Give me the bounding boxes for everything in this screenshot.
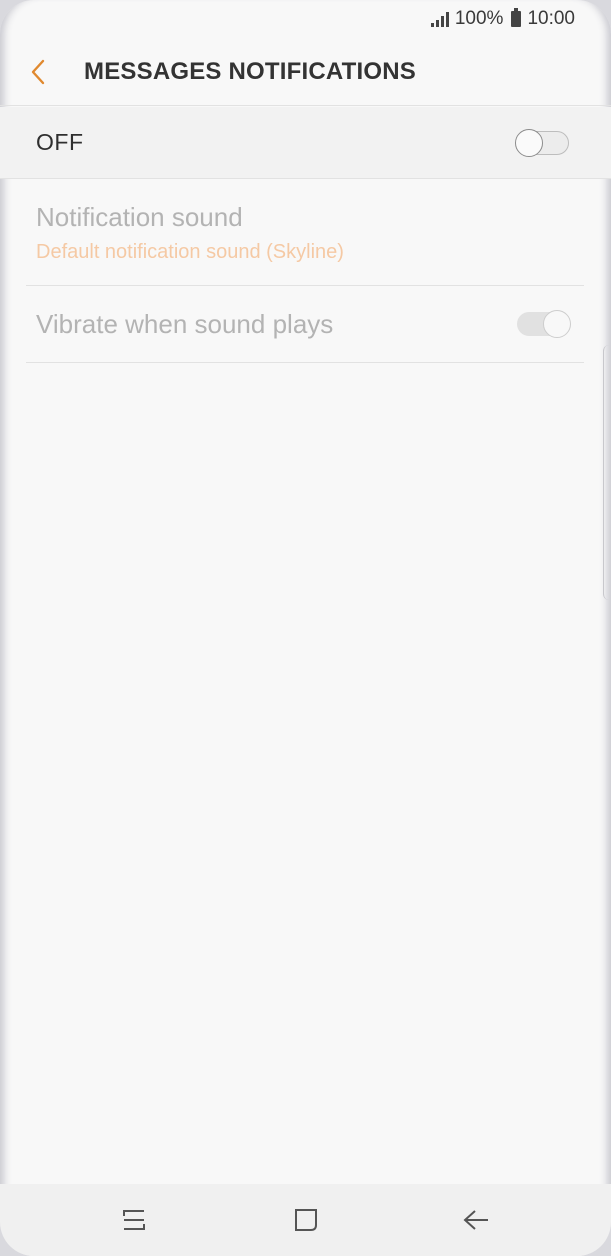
app-bar: MESSAGES NOTIFICATIONS: [0, 38, 611, 106]
signal-icon: [430, 11, 449, 27]
recent-apps-icon: [123, 1210, 145, 1230]
vibrate-title: Vibrate when sound plays: [36, 308, 334, 339]
battery-icon: [511, 8, 522, 27]
notification-sound-item[interactable]: Notification sound Default notification …: [26, 180, 584, 286]
home-button[interactable]: [286, 1202, 326, 1238]
master-switch-label: OFF: [36, 129, 84, 155]
battery-percent: 100%: [454, 8, 504, 29]
back-nav-button[interactable]: [456, 1202, 496, 1238]
status-time: 10:00: [527, 8, 575, 29]
page-title: MESSAGES NOTIFICATIONS: [84, 57, 416, 85]
master-switch-row[interactable]: OFF: [0, 107, 611, 179]
recent-apps-button[interactable]: [114, 1202, 154, 1238]
vibrate-item[interactable]: Vibrate when sound plays: [26, 286, 584, 363]
back-button[interactable]: [0, 38, 80, 106]
navigation-bar: [0, 1184, 611, 1256]
chevron-left-icon: [31, 59, 45, 84]
phone-screen: 100% 10:00 MESSAGES NOTIFICATIONS OFF No…: [0, 0, 611, 1256]
notification-sound-value: Default notification sound (Skyline): [36, 241, 344, 263]
switch-thumb: [543, 310, 571, 338]
edge-panel-handle[interactable]: [603, 345, 609, 600]
home-icon: [295, 1209, 317, 1231]
master-switch-toggle[interactable]: [515, 128, 571, 157]
notification-sound-title: Notification sound: [36, 202, 243, 232]
status-bar: 100% 10:00: [0, 0, 611, 38]
switch-thumb: [515, 128, 543, 157]
vibrate-toggle[interactable]: [515, 310, 571, 338]
back-arrow-icon: [463, 1210, 488, 1230]
